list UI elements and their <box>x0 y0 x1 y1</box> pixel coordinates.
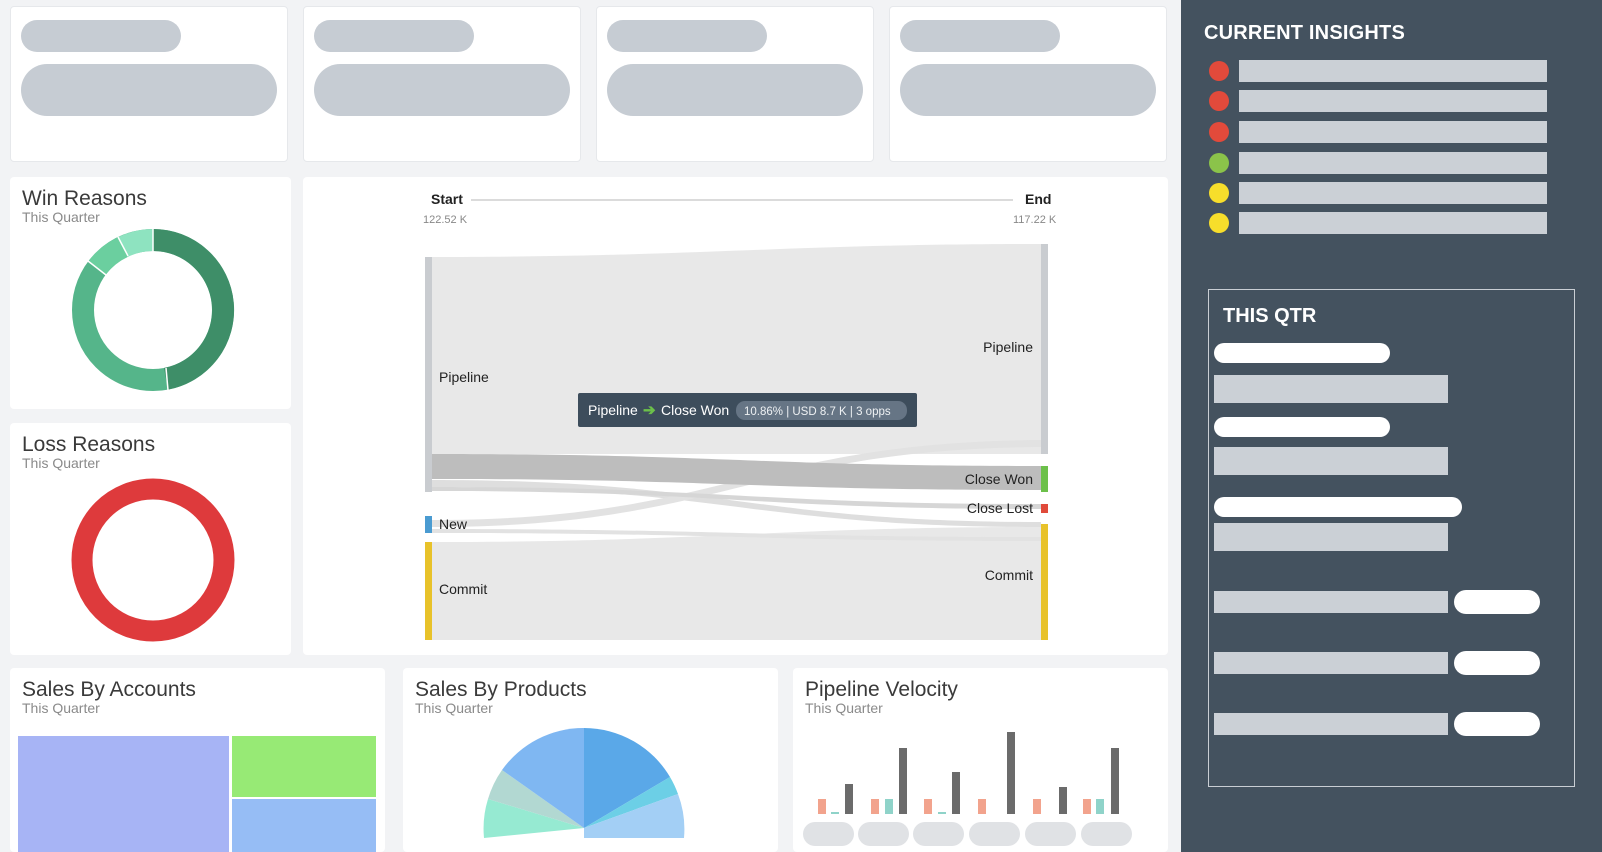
sales-by-products-card[interactable]: Sales By Products This Quarter <box>403 668 778 852</box>
start-label: Start <box>431 191 463 207</box>
kpi-label-placeholder <box>900 20 1060 52</box>
status-dot-icon <box>1209 91 1229 111</box>
treemap-tile[interactable] <box>18 736 229 852</box>
kpi-value-placeholder <box>21 64 277 116</box>
qtr-metric-button[interactable] <box>1454 651 1540 675</box>
velocity-axis-placeholders <box>803 822 1132 846</box>
qtr-metric-placeholder <box>1214 713 1448 735</box>
qtr-value-placeholder <box>1214 447 1448 475</box>
loss-reasons-donut[interactable] <box>10 423 291 655</box>
velocity-bars <box>818 732 1119 814</box>
status-dot-icon <box>1209 122 1229 142</box>
label-left-commit: Commit <box>439 581 487 597</box>
end-value: 117.22 K <box>1013 214 1057 226</box>
status-dot-icon <box>1209 183 1229 203</box>
pipeline-velocity-card[interactable]: Pipeline Velocity This Quarter <box>793 668 1168 852</box>
this-qtr-panel: THIS QTR <box>1208 289 1575 787</box>
node-right-close-lost[interactable] <box>1041 504 1048 513</box>
sales-by-accounts-title: Sales By Accounts <box>22 678 196 701</box>
kpi-value-placeholder <box>900 64 1156 116</box>
status-dot-icon <box>1209 61 1229 81</box>
insight-item[interactable] <box>1209 182 1549 204</box>
qtr-metric-button[interactable] <box>1454 712 1540 736</box>
node-left-commit[interactable] <box>425 542 432 640</box>
flow-commit-commit[interactable] <box>432 527 1041 640</box>
qtr-value-placeholder <box>1214 523 1448 551</box>
status-dot-icon <box>1209 153 1229 173</box>
insight-item[interactable] <box>1209 212 1549 234</box>
label-right-pipeline: Pipeline <box>983 339 1033 355</box>
kpi-card-3 <box>596 6 874 162</box>
flow-tooltip: Pipeline ➔ Close Won 10.86% | USD 8.7 K … <box>578 393 917 427</box>
label-left-new: New <box>439 516 468 532</box>
insight-text-placeholder <box>1239 60 1547 82</box>
qtr-metric-placeholder <box>1214 652 1448 674</box>
kpi-card-4 <box>889 6 1167 162</box>
insight-item[interactable] <box>1209 152 1549 174</box>
node-left-new[interactable] <box>425 516 432 533</box>
insight-text-placeholder <box>1239 212 1547 234</box>
treemap-tile[interactable] <box>232 736 376 797</box>
qtr-metric-placeholder <box>1214 591 1448 613</box>
label-left-pipeline: Pipeline <box>439 369 489 385</box>
this-qtr-title: THIS QTR <box>1223 305 1317 327</box>
label-right-close-lost: Close Lost <box>967 500 1033 516</box>
qtr-label-placeholder <box>1214 343 1390 363</box>
insights-title: CURRENT INSIGHTS <box>1204 22 1405 44</box>
label-right-commit: Commit <box>985 567 1033 583</box>
loss-reasons-card[interactable]: Loss Reasons This Quarter <box>10 423 291 655</box>
qtr-metric-button[interactable] <box>1454 590 1540 614</box>
qtr-value-placeholder <box>1214 375 1448 403</box>
kpi-value-placeholder <box>314 64 570 116</box>
kpi-label-placeholder <box>21 20 181 52</box>
start-value: 122.52 K <box>423 214 468 226</box>
label-right-close-won: Close Won <box>965 471 1033 487</box>
velocity-bar-chart[interactable] <box>793 668 1168 852</box>
insight-text-placeholder <box>1239 121 1547 143</box>
kpi-card-1 <box>10 6 288 162</box>
insights-sidebar: CURRENT INSIGHTS THIS QTR <box>1181 0 1602 852</box>
treemap-tile[interactable] <box>232 799 376 852</box>
insight-text-placeholder <box>1239 182 1547 204</box>
win-reasons-card[interactable]: Win Reasons This Quarter <box>10 177 291 409</box>
sales-by-accounts-subtitle: This Quarter <box>22 700 100 716</box>
qtr-label-placeholder <box>1214 497 1462 517</box>
kpi-card-2 <box>303 6 581 162</box>
insight-item[interactable] <box>1209 60 1549 82</box>
node-right-close-won[interactable] <box>1041 466 1048 492</box>
arrow-right-icon: ➔ <box>643 402 656 419</box>
status-dot-icon <box>1209 213 1229 233</box>
node-right-pipeline[interactable] <box>1041 244 1048 454</box>
insight-text-placeholder <box>1239 152 1547 174</box>
pipeline-flow-card: Start 122.52 K End 117.22 K Pipeline New… <box>303 177 1168 655</box>
end-label: End <box>1025 191 1051 207</box>
node-left-pipeline[interactable] <box>425 257 432 492</box>
sales-by-accounts-card[interactable]: Sales By Accounts This Quarter <box>10 668 385 852</box>
qtr-label-placeholder <box>1214 417 1390 437</box>
tooltip-detail: 10.86% | USD 8.7 K | 3 opps <box>744 406 891 418</box>
node-right-commit[interactable] <box>1041 524 1048 640</box>
win-reasons-donut[interactable] <box>10 177 291 409</box>
kpi-label-placeholder <box>607 20 767 52</box>
insight-item[interactable] <box>1209 121 1549 143</box>
kpi-label-placeholder <box>314 20 474 52</box>
tooltip-to: Close Won <box>661 402 729 418</box>
kpi-value-placeholder <box>607 64 863 116</box>
insight-text-placeholder <box>1239 90 1547 112</box>
pipeline-sankey[interactable]: Start 122.52 K End 117.22 K Pipeline New… <box>303 177 1168 655</box>
products-pie[interactable] <box>403 668 778 852</box>
insight-item[interactable] <box>1209 90 1549 112</box>
tooltip-from: Pipeline <box>588 402 638 418</box>
